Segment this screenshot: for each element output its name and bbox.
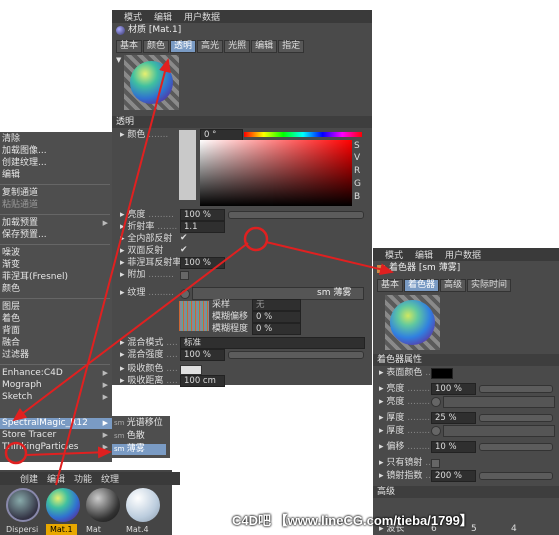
annotation-arrow-to-submenu xyxy=(25,446,112,459)
annotation-overlay xyxy=(4,58,394,486)
annotation-circle-texture xyxy=(243,226,269,252)
annotation-arrow-to-menu xyxy=(12,242,249,422)
annotation-arrow-to-tab xyxy=(55,58,171,486)
annotation-arrow-to-shader xyxy=(265,241,394,276)
annotation-circle-menu xyxy=(4,441,28,465)
